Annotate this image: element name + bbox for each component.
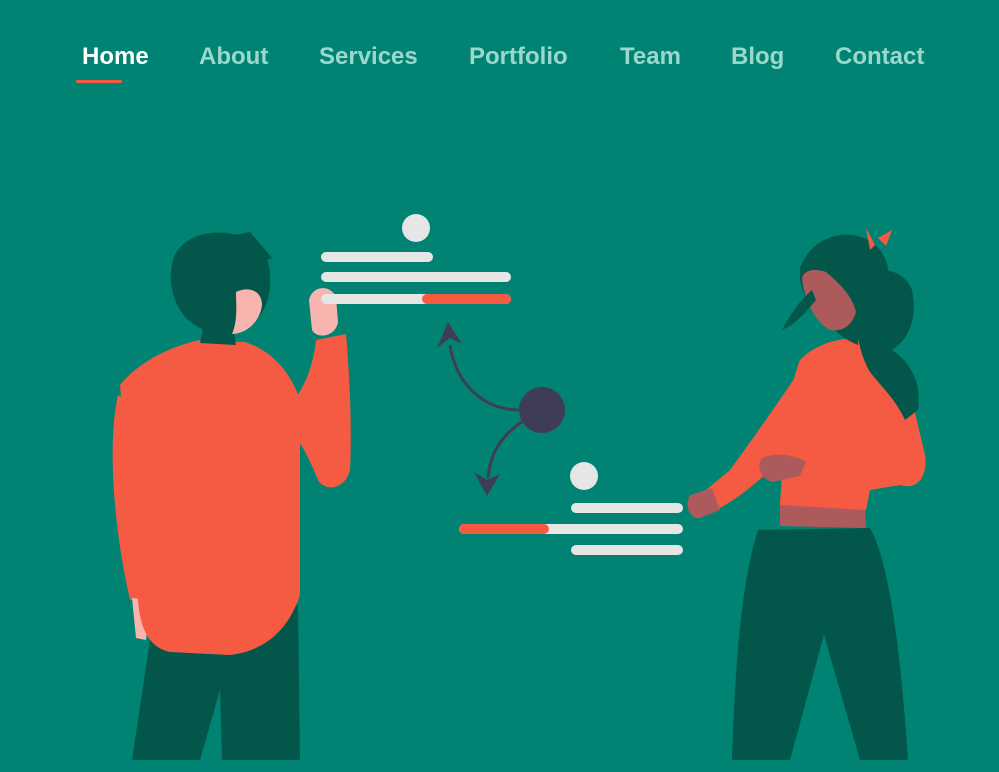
bottom-data-card xyxy=(459,462,683,555)
arrow-up-icon xyxy=(437,322,462,348)
top-data-card xyxy=(321,214,511,304)
exchange-arrows xyxy=(437,322,565,496)
top-card-avatar xyxy=(402,214,430,242)
top-card-progress-fill xyxy=(422,294,511,304)
hero-illustration xyxy=(112,214,926,760)
exchange-node xyxy=(519,387,565,433)
bottom-card-avatar xyxy=(570,462,598,490)
woman-figure xyxy=(687,228,926,760)
man-figure xyxy=(112,232,351,760)
bottom-card-progress-fill xyxy=(459,524,549,534)
